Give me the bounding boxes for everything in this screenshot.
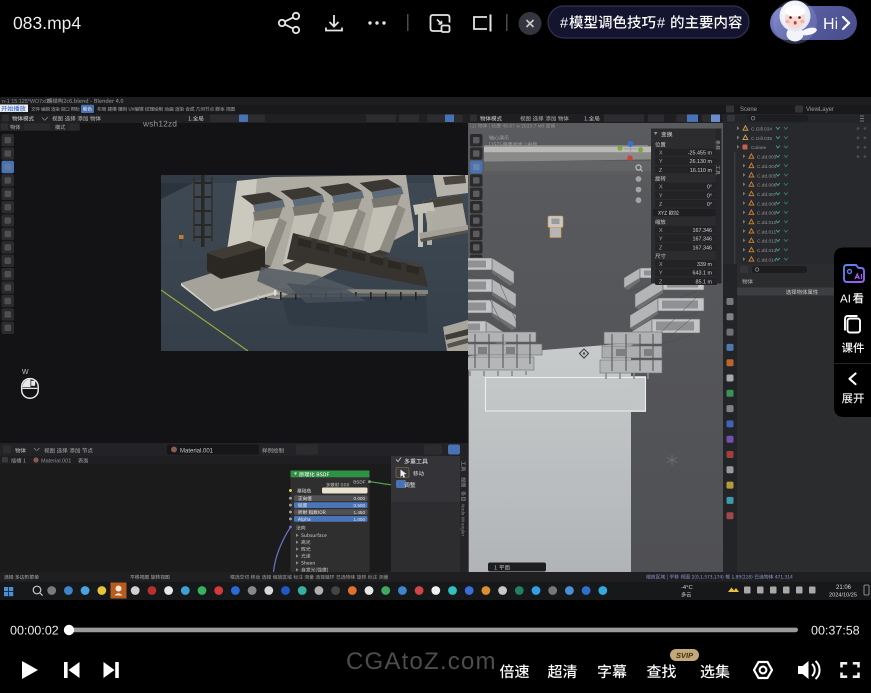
svg-text:1.450: 1.450	[354, 510, 366, 515]
svg-text:26.130 m: 26.130 m	[690, 159, 713, 165]
svg-text:C.dd.004: C.dd.004	[757, 164, 777, 170]
svg-text:2024/10/25: 2024/10/25	[829, 593, 857, 599]
svg-text:C.dd.013: C.dd.013	[757, 248, 777, 254]
svg-text:C.dd.012: C.dd.012	[757, 239, 777, 245]
svg-text:n-1 15:125*WO7x03: n-1 15:125*WO7x03	[2, 99, 51, 105]
svg-text:C.dd.011: C.dd.011	[757, 229, 776, 235]
svg-text:C.dd.008: C.dd.008	[757, 201, 777, 207]
svg-text:w: w	[21, 366, 29, 376]
svg-text:C.dd.007: C.dd.007	[757, 192, 777, 198]
svg-text:Culane: Culane	[751, 145, 767, 151]
svg-text:167.346: 167.346	[693, 228, 713, 234]
svg-text:339 m: 339 m	[697, 262, 712, 268]
svg-text:85.1 m: 85.1 m	[696, 279, 713, 285]
svg-text:C.dd.006: C.dd.006	[757, 183, 777, 189]
svg-text:Y: Y	[659, 193, 663, 199]
svg-text:643.1 m: 643.1 m	[693, 271, 713, 277]
svg-text:X: X	[659, 228, 663, 234]
svg-text:Scene: Scene	[740, 107, 758, 113]
svg-text:C.dd.003: C.dd.003	[757, 155, 777, 161]
svg-text:167.346: 167.346	[693, 237, 713, 243]
svg-text:0°: 0°	[707, 202, 712, 208]
svg-text:C.Gill.035: C.Gill.035	[751, 136, 772, 142]
svg-text:16.110 m: 16.110 m	[690, 168, 713, 174]
svg-text:0°: 0°	[707, 193, 712, 199]
svg-text:X: X	[659, 262, 663, 268]
svg-text:21:06: 21:06	[836, 585, 852, 591]
svg-text:X: X	[659, 185, 663, 191]
svg-text:C.dd.005: C.dd.005	[757, 173, 777, 179]
svg-text:-4°C: -4°C	[681, 585, 693, 591]
svg-text:C.Gill.034: C.Gill.034	[751, 127, 772, 133]
svg-text:Material.001: Material.001	[180, 449, 214, 455]
svg-text:Material.001: Material.001	[41, 459, 71, 465]
svg-text:Y: Y	[659, 159, 663, 165]
svg-text:Y: Y	[659, 271, 663, 277]
svg-text:Y: Y	[659, 237, 663, 243]
svg-text:0.000: 0.000	[354, 496, 366, 501]
svg-text:X: X	[659, 151, 663, 157]
svg-text:0°: 0°	[707, 185, 712, 191]
svg-text:Node Wrangler: Node Wrangler	[460, 504, 466, 537]
svg-text:C.dd.014: C.dd.014	[757, 257, 777, 263]
svg-text:-25.455 m: -25.455 m	[688, 151, 713, 157]
svg-text:1.000: 1.000	[354, 517, 366, 522]
svg-text:C.dd.010: C.dd.010	[757, 220, 777, 226]
svg-text:0.500: 0.500	[354, 503, 366, 508]
svg-text:ViewLayer: ViewLayer	[806, 107, 834, 113]
svg-text:BSDF: BSDF	[353, 480, 365, 485]
svg-text:167.346: 167.346	[693, 245, 713, 251]
svg-text:C.dd.009: C.dd.009	[757, 211, 777, 217]
